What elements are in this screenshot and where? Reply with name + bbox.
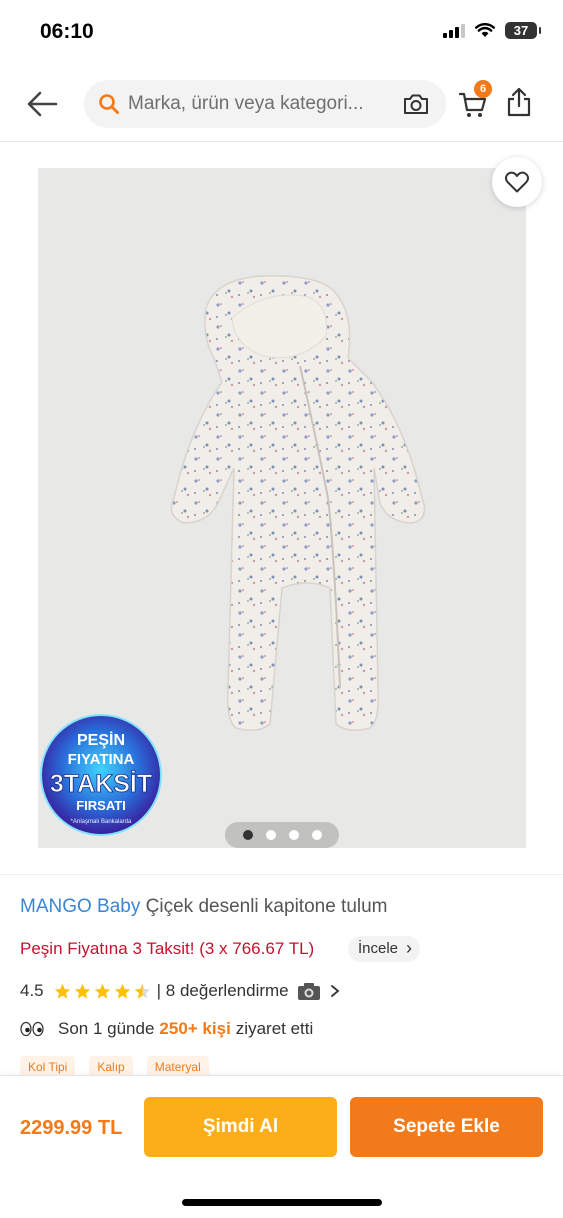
status-bar: 06:10 37 — [0, 0, 563, 66]
product-info-divider — [0, 874, 563, 875]
status-icons: 37 — [443, 22, 541, 39]
visitors-suffix: ziyaret etti — [235, 1019, 314, 1038]
star-icon — [114, 983, 130, 999]
chip-materyal[interactable]: Materyal — [146, 1056, 209, 1076]
rating-value: 4.5 — [20, 981, 44, 1000]
search-icon — [99, 94, 119, 114]
wifi-icon — [475, 23, 495, 37]
star-icon — [74, 983, 90, 999]
gallery-dot[interactable] — [288, 830, 299, 840]
promo-line2: FIYATINA — [68, 751, 135, 768]
rating-stars — [54, 983, 151, 1000]
star-icon — [54, 983, 70, 999]
eyes-icon — [20, 1021, 44, 1037]
buy-now-button[interactable]: Şimdi Al — [144, 1097, 337, 1157]
add-to-cart-button[interactable]: Sepete Ekle — [350, 1097, 543, 1157]
gallery-dot[interactable] — [311, 830, 322, 840]
promo-line1: PEŞİN — [77, 731, 125, 749]
incele-button[interactable]: İncele — [348, 935, 421, 962]
gallery-dot[interactable] — [242, 830, 253, 840]
chip-kol-tipi[interactable]: Kol Tipi — [20, 1056, 76, 1076]
visitors-row: Son 1 günde 250+ kişi ziyaret etti — [20, 1017, 313, 1041]
rating-row[interactable]: 4.5 | 8 değerlendirme — [20, 980, 341, 1002]
chip-kalip[interactable]: Kalıp — [89, 1056, 133, 1076]
battery-icon: 37 — [505, 22, 541, 39]
cart-count-badge: 6 — [474, 80, 492, 98]
visitors-prefix: Son 1 günde — [58, 1019, 155, 1038]
star-icon — [94, 983, 110, 999]
promo-footnote: *Anlaşmalı Bankalarda — [71, 819, 132, 825]
price: 2299.99 TL — [20, 1117, 123, 1139]
top-nav: 6 — [0, 66, 563, 142]
search-bar[interactable] — [84, 80, 446, 128]
camera-icon — [297, 983, 320, 1000]
cellular-signal-icon — [443, 23, 465, 38]
heart-icon — [504, 171, 530, 193]
visitors-count: 250+ kişi — [159, 1019, 231, 1038]
product-name: Çiçek desenli kapitone tulum — [145, 896, 388, 917]
status-time: 06:10 — [40, 20, 94, 43]
attribute-chips: Kol Tipi Kalıp Materyal — [20, 1056, 209, 1076]
back-arrow-icon[interactable] — [22, 84, 62, 124]
installment-text: Peşin Fiyatına 3 Taksit! (3 x 766.67 TL) — [20, 939, 315, 958]
camera-search-icon[interactable] — [402, 92, 430, 116]
gallery-pagination — [225, 822, 339, 848]
promo-line3: 3TAKSİT — [50, 770, 152, 798]
half-star-icon — [134, 983, 150, 999]
search-input[interactable] — [128, 80, 398, 128]
promo-badge: PEŞİN FIYATINA 3TAKSİT FIRSATI *Anlaşmal… — [40, 714, 162, 836]
favorite-button[interactable] — [492, 157, 542, 207]
home-indicator — [182, 1199, 382, 1206]
chevron-right-icon — [330, 985, 340, 997]
share-icon[interactable] — [506, 86, 532, 118]
promo-line4: FIRSATI — [76, 798, 126, 813]
brand-link[interactable]: MANGO Baby — [20, 896, 140, 917]
product-title: MANGO Baby Çiçek desenli kapitone tulum — [20, 896, 388, 918]
gallery-dot[interactable] — [265, 830, 276, 840]
reviews-count: | 8 değerlendirme — [156, 981, 289, 1000]
cart-button[interactable]: 6 — [458, 80, 492, 122]
